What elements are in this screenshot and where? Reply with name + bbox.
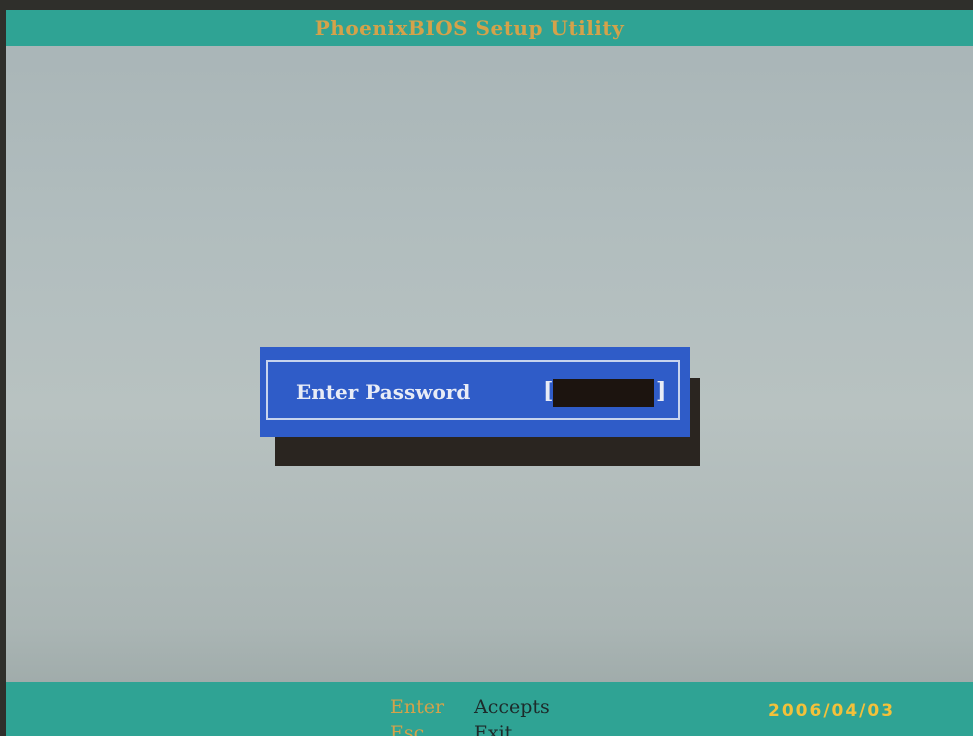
enter-key-action: Accepts	[474, 696, 550, 718]
esc-key-action: Exit	[474, 722, 513, 736]
field-bracket-close: ]	[656, 378, 667, 404]
bios-screen: PhoenixBIOS Setup Utility Enter Password…	[6, 10, 973, 736]
password-dialog: Enter Password [ ]	[260, 347, 690, 437]
photo-timestamp: 2006/04/03	[768, 701, 896, 721]
monitor-bezel: PhoenixBIOS Setup Utility Enter Password…	[0, 0, 973, 736]
password-input[interactable]	[553, 379, 654, 407]
title-bar: PhoenixBIOS Setup Utility	[6, 10, 973, 46]
bios-title: PhoenixBIOS Setup Utility	[314, 16, 625, 40]
status-bar: Enter Accepts Esc Exit 2006/04/03	[6, 682, 973, 736]
enter-key-hint: Enter	[390, 696, 445, 718]
esc-key-hint: Esc	[390, 722, 425, 736]
password-label: Enter Password	[296, 380, 471, 404]
field-bracket-open: [	[543, 378, 554, 404]
